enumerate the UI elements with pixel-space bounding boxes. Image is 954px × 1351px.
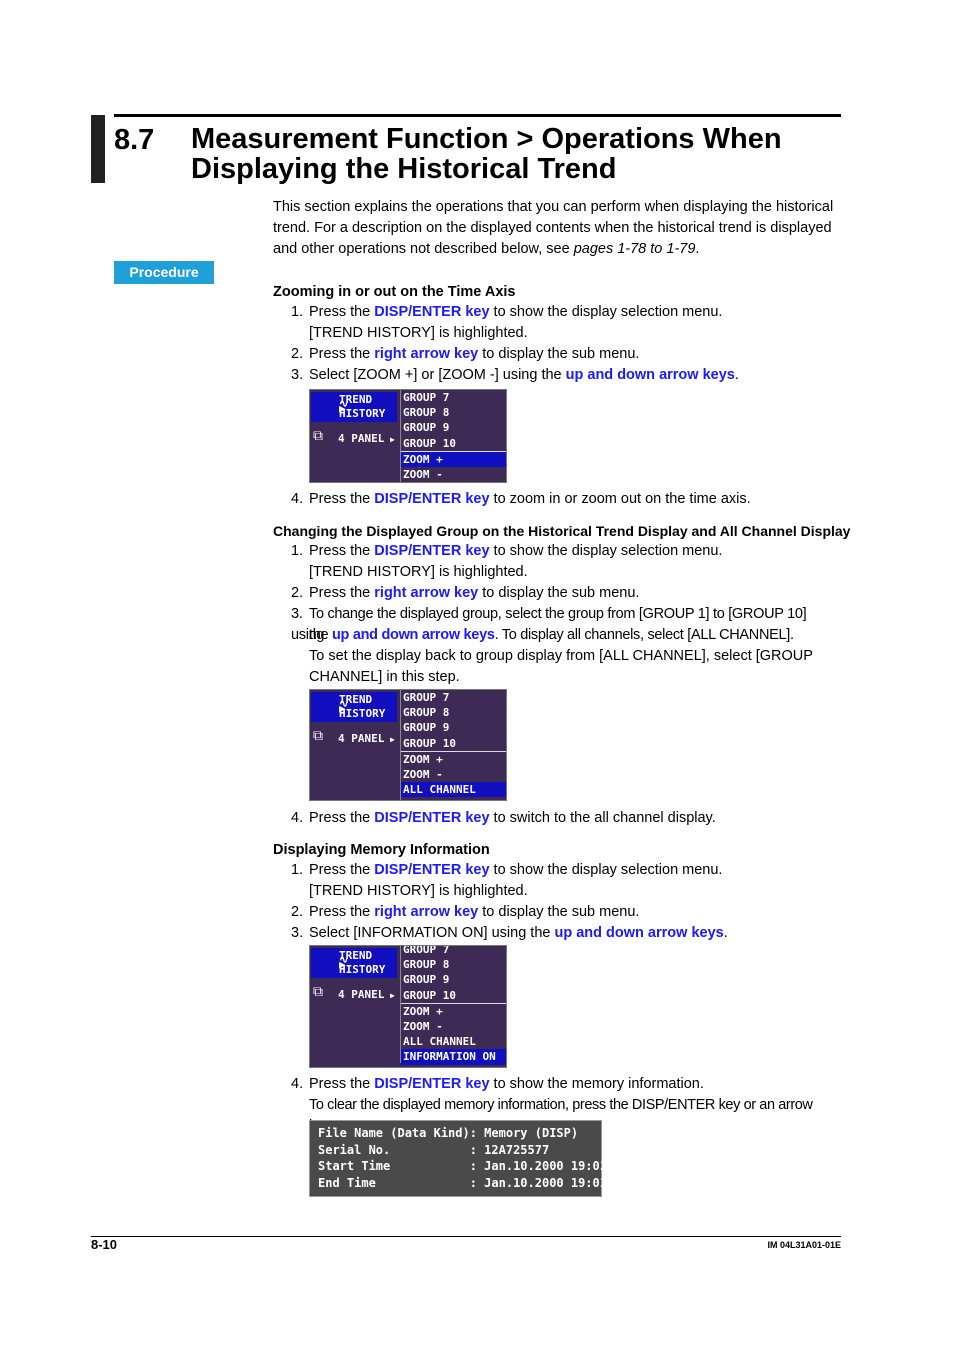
procedure-badge: Procedure <box>114 261 214 284</box>
submenu-item: ZOOM - <box>403 467 443 481</box>
panel-icon: ⧉ <box>313 428 323 444</box>
submenu-item: GROUP 8 <box>403 406 450 420</box>
four-panel-item: 4 PANEL <box>338 988 385 1001</box>
intro-text: This section explains the operations tha… <box>273 199 834 257</box>
memory-heading: Displaying Memory Information <box>273 842 490 858</box>
step: 1. Press the DISP/ENTER key to show the d… <box>291 543 723 559</box>
panel-icon: ⧉ <box>313 728 323 744</box>
submenu-item: ZOOM + <box>401 750 506 767</box>
top-rule <box>114 114 841 117</box>
submenu-item: GROUP 9 <box>403 973 450 987</box>
step: 1. Press the DISP/ENTER key to show the d… <box>291 862 723 878</box>
arrow-right-icon: ▶ <box>339 702 346 715</box>
step: 4. Press the DISP/ENTER key to show the m… <box>291 1076 704 1092</box>
section-marker <box>91 115 105 183</box>
intro-paragraph: This section explains the operations tha… <box>273 197 843 260</box>
info-line: Start Time : Jan.10.2000 19:01:26 <box>318 1159 629 1173</box>
step: 2. Press the right arrow key to display t… <box>291 904 640 920</box>
memory-info-screenshot: File Name (Data Kind): Memory (DISP) Seri… <box>309 1120 629 1197</box>
submenu-item: ZOOM + <box>401 1002 506 1019</box>
submenu-item: GROUP 10 <box>403 436 456 450</box>
step: 4. Press the DISP/ENTER key to zoom in or… <box>291 491 751 507</box>
submenu-item: ZOOM + <box>401 450 506 467</box>
arrow-right-icon: ▶ <box>390 991 395 1000</box>
step: 2. Press the right arrow key to display t… <box>291 346 640 362</box>
submenu-item: ZOOM - <box>403 1019 443 1033</box>
step-note: [TREND HISTORY] is highlighted. <box>309 883 528 899</box>
trend-history-item: ∿ TREND HISTORY ▶ <box>311 948 397 978</box>
page-ref: pages 1-78 to 1-79 <box>573 241 696 257</box>
info-line: File Name (Data Kind): Memory (DISP) <box>318 1126 579 1140</box>
step-note: [TREND HISTORY] is highlighted. <box>309 325 528 341</box>
arrow-right-icon: ▶ <box>339 402 346 415</box>
submenu-item: ALL CHANNEL <box>403 1035 476 1049</box>
submenu-item: GROUP 7 <box>403 945 450 956</box>
step: 3. Select [INFORMATION ON] using the up a… <box>291 925 728 941</box>
submenu-item: INFORMATION ON <box>401 797 506 800</box>
submenu-item: GROUP 9 <box>403 421 450 435</box>
step: 2. Press the right arrow key to display t… <box>291 585 640 601</box>
title-line: Measurement Function > Operations When <box>191 123 782 155</box>
arrow-right-icon: ▶ <box>339 958 346 971</box>
submenu-item: GROUP 9 <box>403 721 450 735</box>
step-note: the up and down arrow keys. To display a… <box>309 627 794 643</box>
submenu-item: GROUP 8 <box>403 706 450 720</box>
trend-history-item: ∿ TREND HISTORY ▶ <box>311 392 397 422</box>
arrow-right-icon: ▶ <box>390 735 395 744</box>
submenu-item: ALL CHANNEL <box>401 782 506 798</box>
step: 4. Press the DISP/ENTER key to switch to … <box>291 810 716 826</box>
menu-screenshot: ∿ TREND HISTORY ▶ ⧉ 4 PANEL ▶ GROUP 7 GROUP 8 GRO… <box>309 389 507 483</box>
section-number: 8.7 <box>114 124 155 156</box>
zoom-heading: Zooming in or out on the Time Axis <box>273 284 516 300</box>
title-line: Displaying the Historical Trend <box>191 153 617 185</box>
group-heading: Changing the Displayed Group on the Hist… <box>273 523 851 539</box>
panel-icon: ⧉ <box>313 984 323 1000</box>
arrow-right-icon: ▶ <box>390 435 395 444</box>
menu-screenshot: ∿ TREND HISTORY ▶ ⧉ 4 PANEL ▶ GROUP 7 GROUP 8 GRO… <box>309 945 507 1068</box>
section-title: Measurement Function > Operations When Di… <box>191 124 782 184</box>
intro-end: . <box>695 241 700 257</box>
info-line: Serial No. : 12A725577 <box>318 1142 550 1157</box>
footer-rule <box>91 1236 841 1237</box>
submenu-item: GROUP 8 <box>403 958 450 972</box>
submenu-item: GROUP 10 <box>403 736 456 750</box>
step: 1. Press the DISP/ENTER key to show the d… <box>291 304 723 320</box>
submenu-item: ZOOM - <box>403 767 443 781</box>
step-note: CHANNEL] in this step. <box>309 669 460 685</box>
menu-screenshot: ∿ TREND HISTORY ▶ ⧉ 4 PANEL ▶ GROUP 7 GROUP 8 GRO… <box>309 689 507 801</box>
submenu-item: INFORMATION ON <box>401 1049 506 1065</box>
submenu-item: GROUP 10 <box>403 988 456 1002</box>
document-id: IM 04L31A01-01E <box>767 1240 841 1250</box>
manual-page: 8.7 Measurement Function > Operations Wh… <box>0 0 954 1351</box>
trend-history-item: ∿ TREND HISTORY ▶ <box>311 692 397 722</box>
four-panel-item: 4 PANEL <box>338 432 385 445</box>
submenu-item: GROUP 7 <box>403 391 450 404</box>
step: 3. Select [ZOOM +] or [ZOOM -] using the … <box>291 367 739 383</box>
submenu-item: GROUP 7 <box>403 691 450 704</box>
page-number: 8-10 <box>91 1237 118 1252</box>
info-line: End Time : Jan.10.2000 19:01:30 <box>318 1175 629 1190</box>
step-note: [TREND HISTORY] is highlighted. <box>309 564 528 580</box>
four-panel-item: 4 PANEL <box>338 732 385 745</box>
step-note: To set the display back to group display… <box>309 648 813 664</box>
